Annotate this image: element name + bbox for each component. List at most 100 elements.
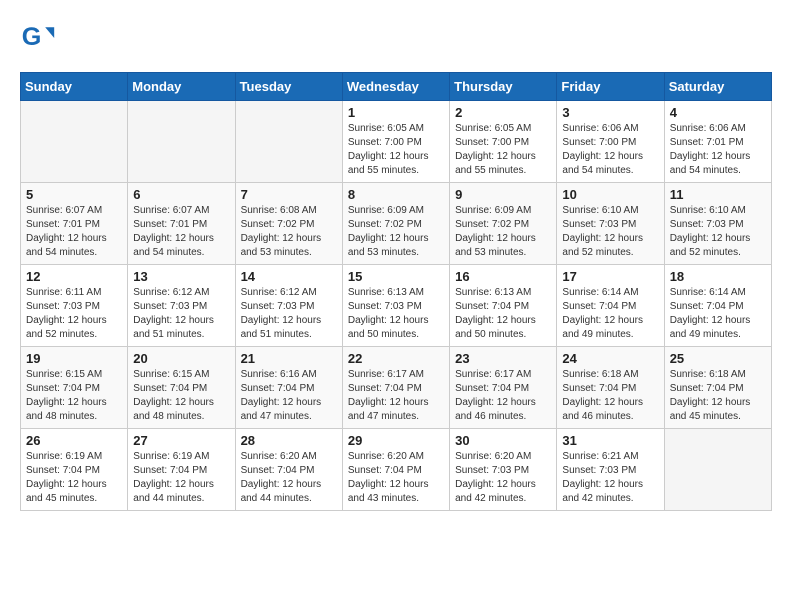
day-info: Sunrise: 6:21 AM Sunset: 7:03 PM Dayligh…	[562, 450, 658, 506]
calendar-cell: 16 Sunrise: 6:13 AM Sunset: 7:04 PM Dayli…	[450, 265, 557, 347]
day-info: Sunrise: 6:13 AM Sunset: 7:03 PM Dayligh…	[348, 286, 444, 342]
day-number: 27	[133, 433, 229, 448]
day-info: Sunrise: 6:11 AM Sunset: 7:03 PM Dayligh…	[26, 286, 122, 342]
day-info: Sunrise: 6:18 AM Sunset: 7:04 PM Dayligh…	[670, 368, 766, 424]
calendar-cell	[128, 101, 235, 183]
calendar-cell: 17 Sunrise: 6:14 AM Sunset: 7:04 PM Dayli…	[557, 265, 664, 347]
weekday-header-tuesday: Tuesday	[235, 73, 342, 101]
day-number: 10	[562, 187, 658, 202]
day-number: 26	[26, 433, 122, 448]
day-info: Sunrise: 6:07 AM Sunset: 7:01 PM Dayligh…	[26, 204, 122, 260]
calendar-cell: 23Sunrise: 6:17 AM Sunset: 7:04 PM Dayli…	[450, 347, 557, 429]
calendar-cell: 26 Sunrise: 6:19 AM Sunset: 7:04 PM Dayli…	[21, 429, 128, 511]
day-number: 12	[26, 269, 122, 284]
weekday-header-row: SundayMondayTuesdayWednesdayThursdayFrid…	[21, 73, 772, 101]
day-info: Sunrise: 6:17 AM Sunset: 7:04 PM Dayligh…	[348, 368, 444, 424]
weekday-header-sunday: Sunday	[21, 73, 128, 101]
day-info: Sunrise: 6:14 AM Sunset: 7:04 PM Dayligh…	[562, 286, 658, 342]
calendar-cell: 3 Sunrise: 6:06 AM Sunset: 7:00 PM Daylig…	[557, 101, 664, 183]
calendar-cell: 12 Sunrise: 6:11 AM Sunset: 7:03 PM Dayli…	[21, 265, 128, 347]
calendar-cell: 10 Sunrise: 6:10 AM Sunset: 7:03 PM Dayli…	[557, 183, 664, 265]
day-number: 7	[241, 187, 337, 202]
day-number: 17	[562, 269, 658, 284]
calendar-week-1: 1 Sunrise: 6:05 AM Sunset: 7:00 PM Daylig…	[21, 101, 772, 183]
day-info: Sunrise: 6:15 AM Sunset: 7:04 PM Dayligh…	[133, 368, 229, 424]
day-info: Sunrise: 6:14 AM Sunset: 7:04 PM Dayligh…	[670, 286, 766, 342]
day-number: 8	[348, 187, 444, 202]
day-info: Sunrise: 6:19 AM Sunset: 7:04 PM Dayligh…	[26, 450, 122, 506]
calendar-week-2: 5 Sunrise: 6:07 AM Sunset: 7:01 PM Daylig…	[21, 183, 772, 265]
logo-icon: G	[20, 20, 56, 56]
calendar-cell: 8 Sunrise: 6:09 AM Sunset: 7:02 PM Daylig…	[342, 183, 449, 265]
day-info: Sunrise: 6:07 AM Sunset: 7:01 PM Dayligh…	[133, 204, 229, 260]
calendar-cell	[664, 429, 771, 511]
day-info: Sunrise: 6:15 AM Sunset: 7:04 PM Dayligh…	[26, 368, 122, 424]
calendar-cell: 30 Sunrise: 6:20 AM Sunset: 7:03 PM Dayli…	[450, 429, 557, 511]
calendar-cell: 7 Sunrise: 6:08 AM Sunset: 7:02 PM Daylig…	[235, 183, 342, 265]
calendar-cell: 13 Sunrise: 6:12 AM Sunset: 7:03 PM Dayli…	[128, 265, 235, 347]
calendar-cell: 14 Sunrise: 6:12 AM Sunset: 7:03 PM Dayli…	[235, 265, 342, 347]
day-info: Sunrise: 6:18 AM Sunset: 7:04 PM Dayligh…	[562, 368, 658, 424]
day-info: Sunrise: 6:13 AM Sunset: 7:04 PM Dayligh…	[455, 286, 551, 342]
svg-text:G: G	[22, 23, 42, 51]
calendar-cell: 6 Sunrise: 6:07 AM Sunset: 7:01 PM Daylig…	[128, 183, 235, 265]
day-number: 18	[670, 269, 766, 284]
calendar-cell: 21Sunrise: 6:16 AM Sunset: 7:04 PM Dayli…	[235, 347, 342, 429]
day-number: 11	[670, 187, 766, 202]
calendar-cell	[235, 101, 342, 183]
day-info: Sunrise: 6:20 AM Sunset: 7:04 PM Dayligh…	[241, 450, 337, 506]
day-number: 30	[455, 433, 551, 448]
calendar-cell: 5 Sunrise: 6:07 AM Sunset: 7:01 PM Daylig…	[21, 183, 128, 265]
calendar-cell: 22Sunrise: 6:17 AM Sunset: 7:04 PM Dayli…	[342, 347, 449, 429]
day-number: 19	[26, 351, 122, 366]
calendar-cell: 28 Sunrise: 6:20 AM Sunset: 7:04 PM Dayli…	[235, 429, 342, 511]
day-info: Sunrise: 6:05 AM Sunset: 7:00 PM Dayligh…	[455, 122, 551, 178]
weekday-header-wednesday: Wednesday	[342, 73, 449, 101]
day-number: 13	[133, 269, 229, 284]
day-number: 20	[133, 351, 229, 366]
day-number: 4	[670, 105, 766, 120]
day-info: Sunrise: 6:12 AM Sunset: 7:03 PM Dayligh…	[241, 286, 337, 342]
calendar-cell: 11Sunrise: 6:10 AM Sunset: 7:03 PM Dayli…	[664, 183, 771, 265]
day-number: 14	[241, 269, 337, 284]
day-number: 28	[241, 433, 337, 448]
weekday-header-thursday: Thursday	[450, 73, 557, 101]
calendar-cell	[21, 101, 128, 183]
day-number: 9	[455, 187, 551, 202]
day-info: Sunrise: 6:10 AM Sunset: 7:03 PM Dayligh…	[562, 204, 658, 260]
day-info: Sunrise: 6:05 AM Sunset: 7:00 PM Dayligh…	[348, 122, 444, 178]
day-number: 31	[562, 433, 658, 448]
calendar-week-5: 26 Sunrise: 6:19 AM Sunset: 7:04 PM Dayli…	[21, 429, 772, 511]
day-info: Sunrise: 6:20 AM Sunset: 7:03 PM Dayligh…	[455, 450, 551, 506]
weekday-header-monday: Monday	[128, 73, 235, 101]
day-info: Sunrise: 6:09 AM Sunset: 7:02 PM Dayligh…	[455, 204, 551, 260]
calendar-cell: 18 Sunrise: 6:14 AM Sunset: 7:04 PM Dayli…	[664, 265, 771, 347]
calendar-week-4: 19 Sunrise: 6:15 AM Sunset: 7:04 PM Dayli…	[21, 347, 772, 429]
day-number: 16	[455, 269, 551, 284]
day-info: Sunrise: 6:20 AM Sunset: 7:04 PM Dayligh…	[348, 450, 444, 506]
day-number: 5	[26, 187, 122, 202]
day-info: Sunrise: 6:08 AM Sunset: 7:02 PM Dayligh…	[241, 204, 337, 260]
calendar-cell: 2Sunrise: 6:05 AM Sunset: 7:00 PM Daylig…	[450, 101, 557, 183]
calendar-cell: 15 Sunrise: 6:13 AM Sunset: 7:03 PM Dayli…	[342, 265, 449, 347]
calendar-cell: 27Sunrise: 6:19 AM Sunset: 7:04 PM Dayli…	[128, 429, 235, 511]
day-number: 1	[348, 105, 444, 120]
day-number: 6	[133, 187, 229, 202]
day-number: 29	[348, 433, 444, 448]
day-info: Sunrise: 6:06 AM Sunset: 7:00 PM Dayligh…	[562, 122, 658, 178]
logo: G	[20, 20, 60, 56]
calendar-cell: 4 Sunrise: 6:06 AM Sunset: 7:01 PM Daylig…	[664, 101, 771, 183]
day-number: 24	[562, 351, 658, 366]
day-info: Sunrise: 6:09 AM Sunset: 7:02 PM Dayligh…	[348, 204, 444, 260]
day-number: 15	[348, 269, 444, 284]
calendar-cell: 1 Sunrise: 6:05 AM Sunset: 7:00 PM Daylig…	[342, 101, 449, 183]
day-number: 23	[455, 351, 551, 366]
calendar-cell: 19 Sunrise: 6:15 AM Sunset: 7:04 PM Dayli…	[21, 347, 128, 429]
page-header: G	[20, 20, 772, 56]
day-number: 21	[241, 351, 337, 366]
calendar-table: SundayMondayTuesdayWednesdayThursdayFrid…	[20, 72, 772, 511]
day-info: Sunrise: 6:06 AM Sunset: 7:01 PM Dayligh…	[670, 122, 766, 178]
day-info: Sunrise: 6:12 AM Sunset: 7:03 PM Dayligh…	[133, 286, 229, 342]
calendar-cell: 9 Sunrise: 6:09 AM Sunset: 7:02 PM Daylig…	[450, 183, 557, 265]
day-number: 3	[562, 105, 658, 120]
